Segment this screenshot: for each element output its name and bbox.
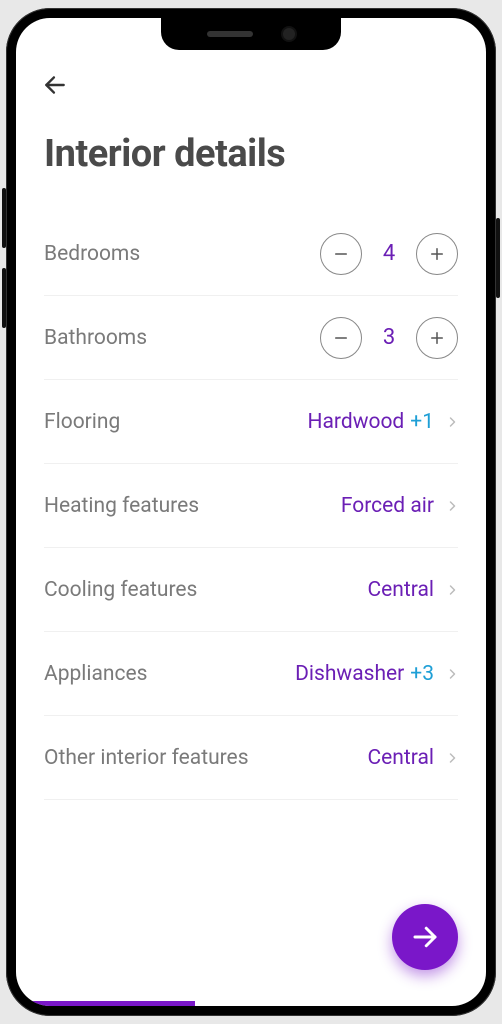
minus-icon	[332, 245, 350, 263]
bedrooms-label: Bedrooms	[44, 242, 140, 266]
bathrooms-stepper: 3	[320, 317, 458, 359]
bathrooms-value: 3	[362, 325, 416, 350]
bathrooms-decrement-button[interactable]	[320, 317, 362, 359]
appliances-label: Appliances	[44, 662, 147, 686]
progress-fill	[16, 1001, 195, 1006]
other-features-value: Central	[367, 746, 434, 770]
cooling-value: Central	[367, 578, 434, 602]
cooling-row[interactable]: Cooling features Central	[44, 548, 458, 632]
minus-icon	[332, 329, 350, 347]
phone-frame: Interior details Bedrooms 4 Bathrooms	[6, 8, 496, 1016]
plus-icon	[428, 329, 446, 347]
power-button	[496, 218, 500, 298]
chevron-right-icon	[446, 748, 458, 768]
other-features-label: Other interior features	[44, 746, 249, 770]
bedrooms-increment-button[interactable]	[416, 233, 458, 275]
progress-bar	[16, 1001, 486, 1006]
bathrooms-increment-button[interactable]	[416, 317, 458, 359]
flooring-row[interactable]: Flooring Hardwood +1	[44, 380, 458, 464]
arrow-left-icon	[42, 72, 68, 98]
flooring-extra: +1	[410, 410, 434, 434]
chevron-right-icon	[446, 496, 458, 516]
next-fab-button[interactable]	[392, 904, 458, 970]
bedrooms-value: 4	[362, 241, 416, 266]
bedrooms-row: Bedrooms 4	[44, 212, 458, 296]
bedrooms-stepper: 4	[320, 233, 458, 275]
flooring-label: Flooring	[44, 410, 120, 434]
bathrooms-label: Bathrooms	[44, 326, 147, 350]
content-area: Interior details Bedrooms 4 Bathrooms	[16, 18, 486, 1006]
chevron-right-icon	[446, 412, 458, 432]
cooling-label: Cooling features	[44, 578, 197, 602]
plus-icon	[428, 245, 446, 263]
appliances-extra: +3	[410, 662, 434, 686]
page-title: Interior details	[44, 132, 458, 176]
chevron-right-icon	[446, 580, 458, 600]
chevron-right-icon	[446, 664, 458, 684]
flooring-value: Hardwood	[308, 410, 405, 434]
arrow-right-icon	[410, 922, 440, 952]
heating-label: Heating features	[44, 494, 199, 518]
volume-down-button	[2, 268, 6, 328]
back-button[interactable]	[38, 68, 72, 102]
bedrooms-decrement-button[interactable]	[320, 233, 362, 275]
appliances-row[interactable]: Appliances Dishwasher +3	[44, 632, 458, 716]
heating-row[interactable]: Heating features Forced air	[44, 464, 458, 548]
heating-value: Forced air	[341, 494, 434, 518]
other-features-row[interactable]: Other interior features Central	[44, 716, 458, 800]
notch	[161, 18, 341, 50]
appliances-value: Dishwasher	[295, 662, 404, 686]
volume-up-button	[2, 188, 6, 248]
bathrooms-row: Bathrooms 3	[44, 296, 458, 380]
screen: Interior details Bedrooms 4 Bathrooms	[16, 18, 486, 1006]
